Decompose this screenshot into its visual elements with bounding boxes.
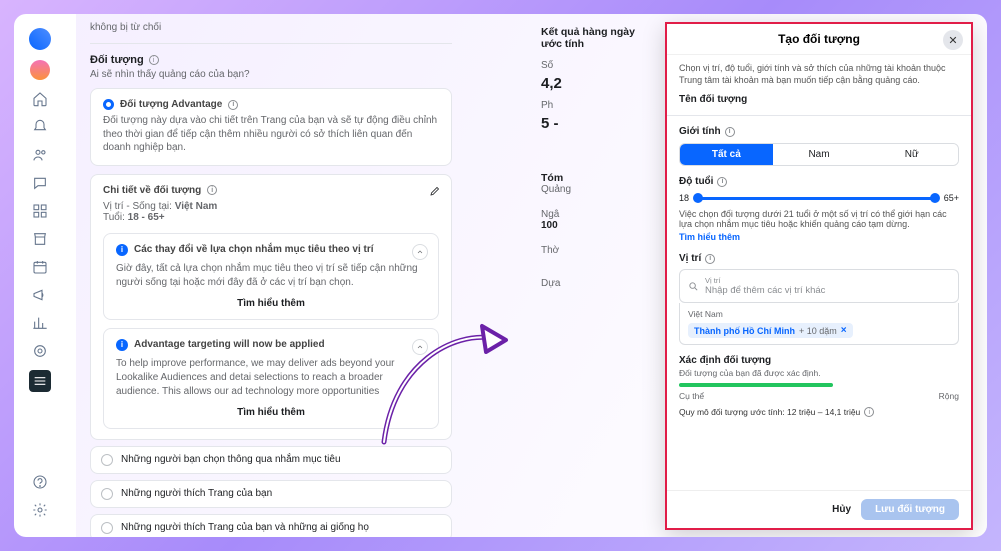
info-icon[interactable]: i	[864, 407, 874, 417]
location-chip[interactable]: Thành phố Hồ Chí Minh + 10 dặm ×	[688, 323, 853, 338]
grid-icon[interactable]	[31, 202, 49, 220]
adv-audience-title: Đối tượng Advantage	[120, 99, 222, 110]
location-input[interactable]: Vị trí Nhập để thêm các vị trí khác	[679, 269, 959, 303]
detail-title: Chi tiết về đối tượng	[103, 185, 201, 196]
radio-icon	[101, 522, 113, 534]
advantage-targeting-note: iAdvantage targeting will now be applied…	[103, 328, 439, 429]
dialog-title: Tạo đối tượng	[778, 32, 860, 46]
audience-sub: Ai sẽ nhìn thấy quảng cáo của bạn?	[90, 69, 452, 80]
audience-option-row[interactable]: Những người thích Trang của bạn	[90, 480, 452, 508]
info-icon[interactable]: i	[149, 55, 159, 65]
audience-definition-meter	[679, 383, 833, 387]
audience-detail-card: Chi tiết về đối tượng i Vị trí - Sống tạ…	[90, 174, 452, 440]
info-icon[interactable]: i	[207, 185, 217, 195]
slider-thumb-max[interactable]	[930, 193, 940, 203]
cancel-button[interactable]: Hủy	[832, 504, 851, 515]
target-icon[interactable]	[31, 342, 49, 360]
slider-thumb-min[interactable]	[693, 193, 703, 203]
radio-icon	[101, 488, 113, 500]
settings-icon[interactable]	[31, 501, 49, 519]
adv-audience-desc: Đối tượng này dựa vào chi tiết trên Tran…	[103, 114, 439, 155]
rejected-note: không bị từ chối	[90, 22, 452, 33]
close-icon[interactable]: ✕	[943, 30, 963, 50]
chevron-up-icon[interactable]	[412, 244, 428, 260]
remove-chip-icon[interactable]: ×	[841, 325, 847, 336]
bell-icon[interactable]	[31, 118, 49, 136]
gender-female-tab[interactable]: Nữ	[865, 144, 958, 165]
info-icon[interactable]: i	[228, 100, 238, 110]
chart-icon[interactable]	[31, 314, 49, 332]
info-dot-icon: i	[116, 339, 128, 351]
age-slider[interactable]: 18 65+	[679, 193, 959, 203]
create-audience-dialog: Tạo đối tượng ✕ Chọn vị trí, độ tuổi, gi…	[665, 22, 973, 530]
gender-segment: Tất cả Nam Nữ	[679, 143, 959, 166]
learn-more-link[interactable]: Tìm hiểu thêm	[679, 232, 740, 242]
gender-male-tab[interactable]: Nam	[773, 144, 866, 165]
save-audience-button[interactable]: Lưu đối tượng	[861, 499, 959, 520]
age-warning: Việc chọn đối tượng dưới 21 tuổi ở một s…	[679, 209, 959, 229]
info-dot-icon: i	[116, 244, 128, 256]
megaphone-icon[interactable]	[31, 286, 49, 304]
info-icon[interactable]: i	[725, 127, 735, 137]
radio-icon	[101, 454, 113, 466]
radio-selected-icon	[103, 99, 114, 110]
location-targeting-note: iCác thay đổi về lựa chọn nhắm mục tiêu …	[103, 233, 439, 320]
calendar-icon[interactable]	[31, 258, 49, 276]
advantage-audience-card[interactable]: Đối tượng Advantage i Đối tượng này dựa …	[90, 88, 452, 166]
info-icon[interactable]: i	[705, 254, 715, 264]
menu-active-icon[interactable]	[29, 370, 51, 392]
meta-logo	[29, 28, 51, 50]
left-sidebar	[14, 22, 66, 537]
help-icon[interactable]	[31, 473, 49, 491]
audience-heading: Đối tượng	[90, 54, 144, 66]
home-icon[interactable]	[31, 90, 49, 108]
dialog-desc: Chọn vị trí, độ tuổi, giới tính và sở th…	[679, 63, 959, 86]
chevron-up-icon[interactable]	[412, 339, 428, 355]
info-icon[interactable]: i	[717, 177, 727, 187]
people-icon[interactable]	[31, 146, 49, 164]
dialog-header: Tạo đối tượng ✕	[667, 24, 971, 55]
learn-more-link[interactable]: Tìm hiểu thêm	[116, 298, 426, 309]
chat-icon[interactable]	[31, 174, 49, 192]
audience-option-row[interactable]: Những người bạn chọn thông qua nhắm mục …	[90, 446, 452, 474]
estimate-panel-peek: Kết quả hàng ngày ước tính Số 4,2 Ph 5 -…	[541, 26, 651, 289]
learn-more-link[interactable]: Tìm hiểu thêm	[116, 407, 426, 418]
audience-name-label: Tên đối tượng	[679, 94, 959, 105]
edit-icon[interactable]	[429, 185, 441, 200]
location-selection: Việt Nam Thành phố Hồ Chí Minh + 10 dặm …	[679, 303, 959, 345]
search-icon	[688, 281, 699, 292]
storefront-icon[interactable]	[31, 230, 49, 248]
gender-all-tab[interactable]: Tất cả	[680, 144, 773, 165]
audience-option-row[interactable]: Những người thích Trang của bạn và những…	[90, 514, 452, 538]
avatar[interactable]	[30, 60, 50, 80]
